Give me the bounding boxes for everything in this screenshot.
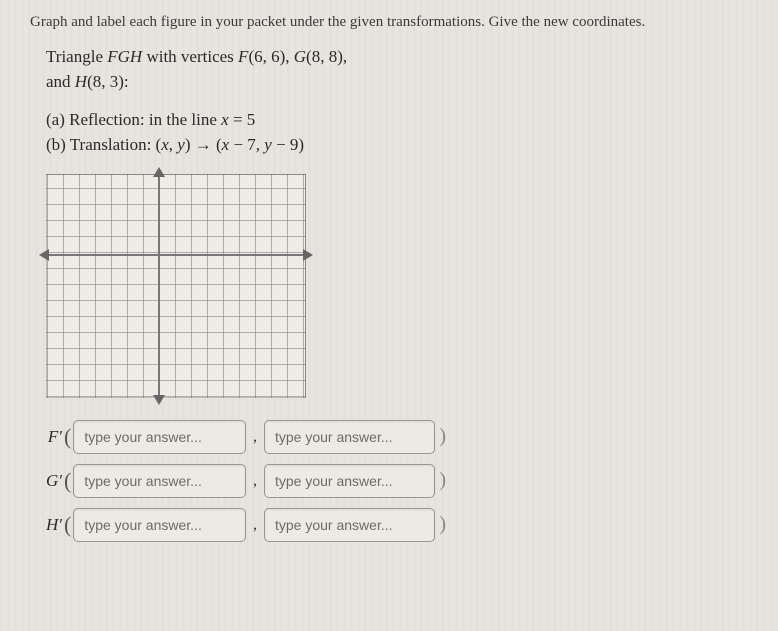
vertex-g-label: G (294, 47, 306, 66)
triangle-word: Triangle (46, 47, 107, 66)
problem-statement: Triangle FGH with vertices F(6, 6), G(8,… (46, 45, 760, 158)
part-a-var: x (221, 110, 229, 129)
vertex-f-label: F (238, 47, 248, 66)
paren-open-icon: ( (64, 426, 71, 448)
f-prime-y-input[interactable] (264, 420, 435, 454)
vertex-g-coords: (8, 8), (306, 47, 347, 66)
paren-close-icon: ) (437, 469, 446, 492)
h-prime-x-input[interactable] (73, 508, 246, 542)
part-b-x: x (161, 135, 169, 154)
page-instructions: Graph and label each figure in your pack… (30, 14, 760, 31)
row-label-h: H′ (38, 515, 64, 535)
axis-arrow-up-icon (153, 167, 165, 177)
part-b-y2: y (264, 135, 272, 154)
axis-arrow-left-icon (39, 249, 49, 261)
paren-close-icon: ) (437, 513, 446, 536)
f-prime-x-input[interactable] (73, 420, 246, 454)
vertex-f-coords: (6, 6), (248, 47, 293, 66)
g-prime-x-input[interactable] (73, 464, 246, 498)
part-b-mid: , (169, 135, 178, 154)
vertex-h-label: H (75, 72, 87, 91)
axis-arrow-down-icon (153, 395, 165, 405)
part-b-arrow: ) → ( (185, 135, 222, 154)
paren-open-icon: ( (64, 514, 71, 536)
triangle-name: FGH (107, 47, 142, 66)
coordinate-grid (46, 174, 760, 398)
comma-sep: , (246, 428, 264, 446)
g-prime-y-input[interactable] (264, 464, 435, 498)
paren-open-icon: ( (64, 470, 71, 492)
part-b-text: (b) Translation: ( (46, 135, 161, 154)
axis-arrow-right-icon (303, 249, 313, 261)
comma-sep: , (246, 472, 264, 490)
row-label-g: G′ (38, 471, 64, 491)
h-prime-y-input[interactable] (264, 508, 435, 542)
part-a-text: (a) Reflection: in the line (46, 110, 221, 129)
and-word: and (46, 72, 75, 91)
part-b-m9: − 9) (272, 135, 304, 154)
answer-grid: F′ ( , ) G′ ( , ) H′ ( , ) (38, 420, 760, 542)
part-b-m7: − 7, (229, 135, 264, 154)
paren-close-icon: ) (437, 425, 446, 448)
comma-sep: , (246, 516, 264, 534)
part-b-y: y (177, 135, 185, 154)
row-label-f: F′ (38, 427, 64, 447)
vertex-h-coords: (8, 3): (87, 72, 129, 91)
vertices-word: with vertices (142, 47, 238, 66)
part-a-eq: = 5 (229, 110, 256, 129)
